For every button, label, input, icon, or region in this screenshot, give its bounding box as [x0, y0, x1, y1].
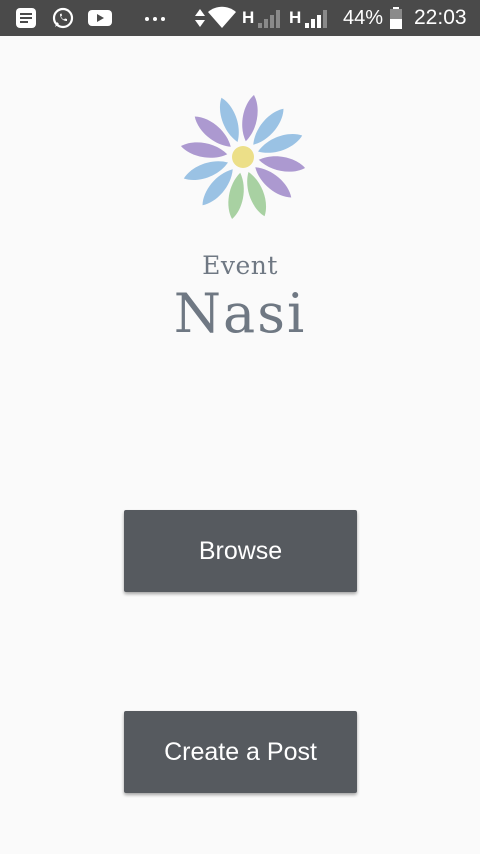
message-icon — [16, 8, 36, 28]
network-type-1: H — [242, 8, 255, 27]
logo-event-text: Event — [202, 251, 278, 280]
browse-button[interactable]: Browse — [124, 510, 357, 592]
status-bar: H H 44% 22:03 — [0, 0, 480, 36]
signal-icon-1 — [258, 10, 280, 28]
create-post-button[interactable]: Create a Post — [124, 711, 357, 793]
battery-icon — [390, 7, 402, 29]
battery-percent: 44% — [343, 7, 384, 29]
network-type-2: H — [289, 8, 302, 27]
whatsapp-icon — [52, 7, 74, 29]
flower-center — [232, 146, 254, 168]
more-notifications-icon — [145, 17, 165, 21]
flower-logo-icon — [179, 93, 307, 221]
logo-nasi-text: Nasi — [173, 282, 307, 345]
wifi-icon — [208, 6, 236, 28]
data-arrows-icon — [195, 9, 205, 27]
clock: 22:03 — [414, 6, 467, 29]
signal-icon-2 — [305, 10, 327, 28]
youtube-icon — [88, 10, 112, 26]
